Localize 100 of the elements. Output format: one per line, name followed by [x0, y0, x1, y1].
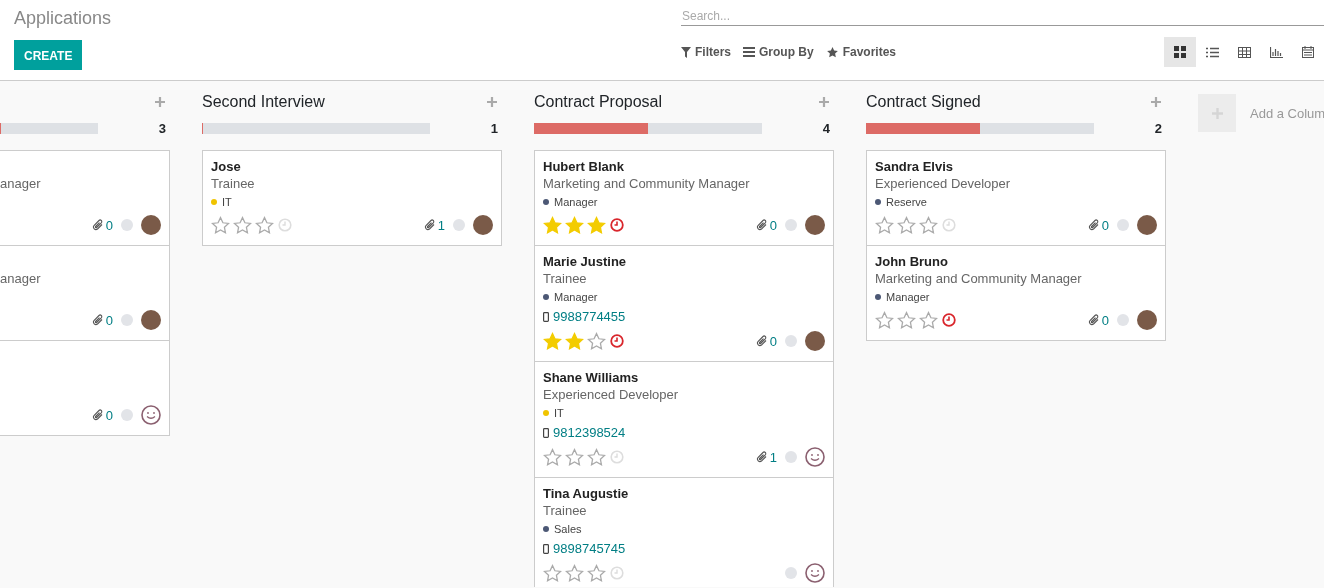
add-icon[interactable]	[487, 97, 497, 107]
status-dot[interactable]	[121, 219, 133, 231]
tag-label: IT	[554, 406, 564, 419]
tag-label: Reserve	[886, 195, 927, 208]
paperclip-icon	[755, 335, 768, 347]
filled-star-icon[interactable]	[543, 216, 562, 234]
paperclip-icon	[755, 451, 768, 463]
add-icon[interactable]	[1151, 97, 1161, 107]
job-title: Experienced Developer	[543, 386, 679, 402]
empty-star-icon[interactable]	[211, 216, 230, 234]
filled-star-icon[interactable]	[587, 216, 606, 234]
table-icon	[1237, 46, 1251, 58]
phone-number[interactable]: 9898745745	[553, 541, 626, 556]
record-count: 1	[490, 120, 499, 136]
filter-menu-button[interactable]: Filters	[681, 45, 731, 59]
view-switch-button[interactable]	[1164, 37, 1196, 67]
record-count: 4	[822, 120, 831, 136]
clock-icon[interactable]	[942, 313, 956, 327]
calendar-icon	[1302, 46, 1314, 58]
record-count: 3	[158, 120, 167, 136]
empty-star-icon[interactable]	[897, 216, 916, 234]
applicant-card[interactable]: Shane Williams Experienced Developer IT 9812398524 1	[534, 361, 834, 478]
paperclip-icon	[1087, 314, 1100, 326]
tag-label: Manager	[886, 290, 930, 303]
empty-star-icon[interactable]	[543, 448, 562, 466]
job-title: anager	[0, 270, 41, 286]
applicant-name: Shane Williams	[543, 369, 639, 385]
empty-star-icon[interactable]	[565, 448, 584, 466]
tag-label: Sales	[554, 522, 582, 535]
filled-star-icon[interactable]	[565, 216, 584, 234]
applicant-card[interactable]: Jose Trainee IT 1	[202, 150, 502, 246]
grid-icon	[1174, 46, 1186, 58]
filter-menu-button[interactable]: Group By	[743, 45, 814, 59]
applicant-name: Sandra Elvis	[875, 158, 954, 174]
job-title: Trainee	[543, 502, 587, 518]
status-dot[interactable]	[785, 335, 797, 347]
applicant-name: Hubert Blank	[543, 158, 624, 174]
empty-star-icon[interactable]	[565, 564, 584, 582]
applicant-name: Marie Justine	[543, 253, 627, 269]
empty-star-icon[interactable]	[875, 216, 894, 234]
empty-star-icon[interactable]	[255, 216, 274, 234]
job-title: Marketing and Community Manager	[543, 175, 750, 191]
filled-star-icon[interactable]	[543, 332, 562, 350]
paperclip-icon	[91, 314, 104, 326]
empty-star-icon[interactable]	[543, 564, 562, 582]
applicant-card[interactable]: Marie Justine Trainee Manager 9988774455 0	[534, 245, 834, 362]
applicant-name: John Bruno	[875, 253, 948, 269]
empty-star-icon[interactable]	[587, 332, 606, 350]
phone-number[interactable]: 9812398524	[553, 425, 626, 440]
attachment-count: 1	[437, 217, 445, 233]
tag-label: Manager	[554, 195, 598, 208]
applicant-name: Jose	[211, 158, 241, 174]
column-title: Second Interview	[202, 93, 325, 111]
status-dot[interactable]	[121, 409, 133, 421]
clock-icon[interactable]	[610, 334, 624, 348]
star-icon	[825, 46, 839, 58]
attachment-count: 0	[105, 407, 113, 423]
empty-star-icon[interactable]	[875, 311, 894, 329]
mobile-phone-icon	[543, 543, 549, 554]
empty-star-icon[interactable]	[233, 216, 252, 234]
applicant-card[interactable]: 0	[0, 340, 170, 436]
add-icon[interactable]	[819, 97, 829, 107]
empty-star-icon[interactable]	[897, 311, 916, 329]
funnel-icon	[681, 46, 691, 58]
applicant-card[interactable]: anager 0	[0, 150, 170, 246]
add-column-button[interactable]	[1198, 94, 1236, 132]
bar-chart-icon	[1269, 46, 1283, 58]
job-title: Marketing and Community Manager	[875, 270, 1082, 286]
paperclip-icon	[91, 409, 104, 421]
filled-star-icon[interactable]	[565, 332, 584, 350]
empty-star-icon[interactable]	[587, 564, 606, 582]
tag-label: Manager	[554, 290, 598, 303]
applicant-card[interactable]: anager 0	[0, 245, 170, 341]
filter-menu-button[interactable]: Favorites	[825, 45, 897, 59]
mobile-phone-icon	[543, 427, 549, 438]
add-icon[interactable]	[155, 97, 165, 107]
job-title: Trainee	[211, 175, 255, 191]
status-dot[interactable]	[785, 567, 797, 579]
applicant-card[interactable]: Tina Augustie Trainee Sales 9898745745	[534, 477, 834, 587]
status-dot[interactable]	[121, 314, 133, 326]
attachment-count: 1	[769, 449, 777, 465]
status-dot[interactable]	[785, 451, 797, 463]
applicant-name: Tina Augustie	[543, 485, 629, 501]
status-dot[interactable]	[453, 219, 465, 231]
phone-number[interactable]: 9988774455	[553, 309, 626, 324]
empty-star-icon[interactable]	[919, 311, 938, 329]
attachment-count: 0	[769, 217, 777, 233]
clock-icon[interactable]	[610, 218, 624, 232]
menu-icon	[743, 47, 755, 57]
job-title: Experienced Developer	[875, 175, 1011, 191]
applicant-card[interactable]: John Bruno Marketing and Community Manager Manager 0	[866, 245, 1166, 341]
empty-star-icon[interactable]	[919, 216, 938, 234]
status-dot[interactable]	[785, 219, 797, 231]
status-dot[interactable]	[1117, 219, 1129, 231]
empty-star-icon[interactable]	[587, 448, 606, 466]
applicant-card[interactable]: Sandra Elvis Experienced Developer Reserve 0	[866, 150, 1166, 246]
status-dot[interactable]	[1117, 314, 1129, 326]
job-title: Trainee	[543, 270, 587, 286]
list-icon	[1205, 46, 1219, 58]
applicant-card[interactable]: Hubert Blank Marketing and Community Manager Manager 0	[534, 150, 834, 246]
